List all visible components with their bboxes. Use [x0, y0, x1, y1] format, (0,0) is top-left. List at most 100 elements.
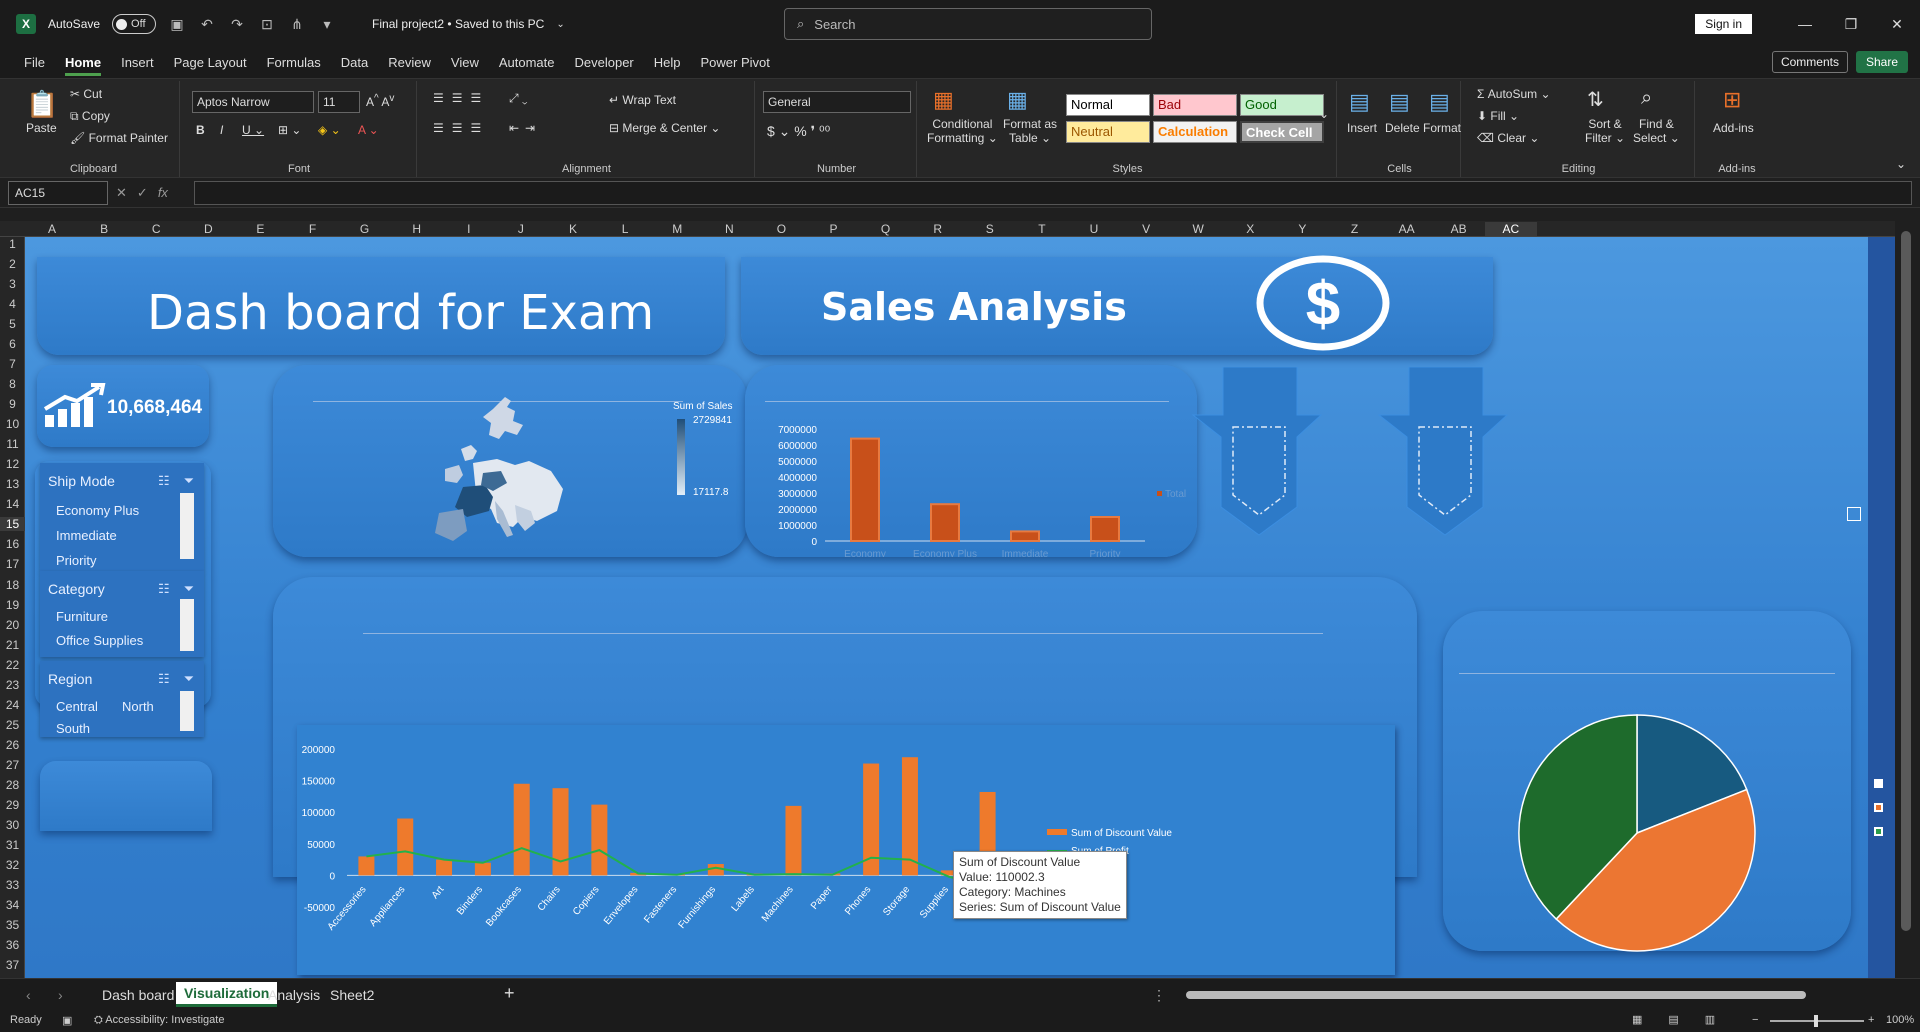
slicer-item[interactable]: Priority: [56, 553, 96, 568]
ribbon-tab-view[interactable]: View: [441, 48, 489, 78]
column-header[interactable]: AC: [1484, 222, 1537, 236]
sign-in-button[interactable]: Sign in: [1695, 14, 1752, 34]
multi-select-icon[interactable]: ☷: [158, 581, 170, 597]
indent-icons[interactable]: ⇤⇥: [509, 121, 541, 135]
row-header[interactable]: 7: [0, 357, 25, 371]
add-sheet-icon[interactable]: +: [504, 983, 515, 1004]
sheet-tab[interactable]: Sheet2: [330, 987, 374, 1003]
column-header[interactable]: P: [808, 222, 860, 236]
row-header[interactable]: 10: [0, 417, 25, 431]
zoom-out-icon[interactable]: −: [1752, 1014, 1758, 1026]
slicer-scrollbar[interactable]: [180, 493, 194, 559]
merge-center-button[interactable]: ⊟ Merge & Center ⌄: [609, 121, 720, 135]
font-size-select[interactable]: 11: [318, 91, 360, 113]
ribbon-tab-help[interactable]: Help: [644, 48, 691, 78]
row-header[interactable]: 28: [0, 778, 25, 792]
chart-handle-icon[interactable]: [1874, 827, 1883, 836]
column-header[interactable]: L: [599, 222, 651, 236]
autosum-button[interactable]: Σ AutoSum ⌄: [1477, 87, 1551, 101]
format-button[interactable]: Format: [1423, 121, 1461, 135]
delete-cells-icon[interactable]: ▤: [1389, 89, 1410, 115]
style-normal[interactable]: Normal: [1066, 94, 1150, 116]
clear-filter-icon[interactable]: ⏷: [184, 671, 194, 687]
column-header[interactable]: U: [1068, 222, 1120, 236]
column-header[interactable]: N: [703, 222, 755, 236]
underline-icon[interactable]: U ⌄: [242, 123, 264, 137]
row-header[interactable]: 15: [0, 517, 25, 532]
row-header[interactable]: 20: [0, 618, 25, 632]
row-header[interactable]: 19: [0, 598, 25, 612]
minimize-icon[interactable]: —: [1782, 16, 1828, 32]
bold-icon[interactable]: B: [196, 123, 205, 137]
slicer-item[interactable]: South: [56, 721, 90, 736]
next-sheet-icon[interactable]: ›: [58, 987, 63, 1003]
row-header[interactable]: 2: [0, 257, 25, 271]
profit-line[interactable]: [366, 847, 988, 888]
row-header[interactable]: 16: [0, 537, 25, 551]
slicer-item[interactable]: Office Supplies: [56, 633, 143, 648]
row-header[interactable]: 36: [0, 938, 25, 952]
slicer-scrollbar[interactable]: [180, 691, 194, 731]
insert-cells-icon[interactable]: ▤: [1349, 89, 1370, 115]
addins-icon[interactable]: ⊞: [1723, 87, 1741, 113]
row-header[interactable]: 23: [0, 678, 25, 692]
accessibility-status[interactable]: ⛭ Accessibility: Investigate: [94, 1014, 224, 1027]
name-box[interactable]: AC15: [8, 180, 108, 205]
style-calculation[interactable]: Calculation: [1153, 121, 1237, 143]
row-header[interactable]: 9: [0, 397, 25, 411]
column-header[interactable]: M: [651, 222, 703, 236]
borders-icon[interactable]: ⊞ ⌄: [278, 123, 301, 137]
column-header[interactable]: Y: [1276, 222, 1328, 236]
delete-button[interactable]: Delete: [1385, 121, 1420, 135]
restore-icon[interactable]: ❐: [1828, 16, 1874, 33]
format-painter-button[interactable]: 🖌 Format Painter: [70, 131, 168, 145]
horizontal-scrollbar[interactable]: [1186, 991, 1806, 999]
column-header[interactable]: G: [339, 222, 391, 236]
row-header[interactable]: 8: [0, 377, 25, 391]
column-header[interactable]: E: [234, 222, 286, 236]
ribbon-tab-formulas[interactable]: Formulas: [257, 48, 331, 78]
ribbon-tab-home[interactable]: Home: [55, 48, 111, 78]
ribbon-tab-page-layout[interactable]: Page Layout: [164, 48, 257, 78]
sheet-tab[interactable]: Analysis: [268, 987, 320, 1003]
column-header[interactable]: B: [78, 222, 130, 236]
row-header[interactable]: 24: [0, 698, 25, 712]
worksheet-grid[interactable]: Dash board for Exam Sales Analysis $ 10,…: [25, 237, 1895, 978]
close-icon[interactable]: ✕: [1874, 16, 1920, 33]
clear-filter-icon[interactable]: ⏷: [184, 581, 194, 597]
style-bad[interactable]: Bad: [1153, 94, 1237, 116]
view-icons[interactable]: ▦▤▥: [1632, 1013, 1741, 1026]
share-button[interactable]: Share: [1855, 51, 1908, 73]
row-header[interactable]: 30: [0, 818, 25, 832]
slicer-scrollbar[interactable]: [180, 599, 194, 651]
column-header[interactable]: AA: [1381, 222, 1433, 236]
format-table-icon[interactable]: ▦: [1007, 87, 1028, 113]
ribbon-tab-data[interactable]: Data: [331, 48, 378, 78]
paste-icon[interactable]: 📋: [26, 89, 58, 120]
grow-font-icon[interactable]: A^ Av: [366, 93, 394, 109]
column-header[interactable]: R: [912, 222, 964, 236]
row-header[interactable]: 17: [0, 557, 25, 571]
row-header[interactable]: 27: [0, 758, 25, 772]
search-box[interactable]: ⌕ Search: [784, 8, 1152, 40]
row-header[interactable]: 21: [0, 638, 25, 652]
slicer-item[interactable]: Furniture: [56, 609, 108, 624]
sort-filter-icon[interactable]: ⇅: [1587, 87, 1604, 112]
column-header[interactable]: O: [755, 222, 807, 236]
ribbon-tab-developer[interactable]: Developer: [565, 48, 644, 78]
enter-icon[interactable]: ✓: [137, 185, 148, 201]
sheet-tab[interactable]: Visualization: [176, 982, 278, 1007]
slicer-item[interactable]: North: [122, 699, 154, 714]
share-tree-icon[interactable]: ⋔: [288, 15, 306, 33]
fill-color-icon[interactable]: ◈ ⌄: [318, 123, 341, 137]
fill-button[interactable]: ⬇ Fill ⌄: [1477, 109, 1519, 123]
style-good[interactable]: Good: [1240, 94, 1324, 116]
row-header[interactable]: 6: [0, 337, 25, 351]
row-header[interactable]: 3: [0, 277, 25, 291]
bar[interactable]: [785, 805, 802, 876]
slicer-category[interactable]: Category ☷ ⏷ Furniture Office Supplies: [40, 571, 204, 657]
column-header[interactable]: D: [182, 222, 234, 236]
customize-qat-icon[interactable]: ▾: [318, 15, 336, 33]
ribbon-tab-automate[interactable]: Automate: [489, 48, 565, 78]
chevron-down-icon[interactable]: ⌄: [556, 19, 564, 30]
